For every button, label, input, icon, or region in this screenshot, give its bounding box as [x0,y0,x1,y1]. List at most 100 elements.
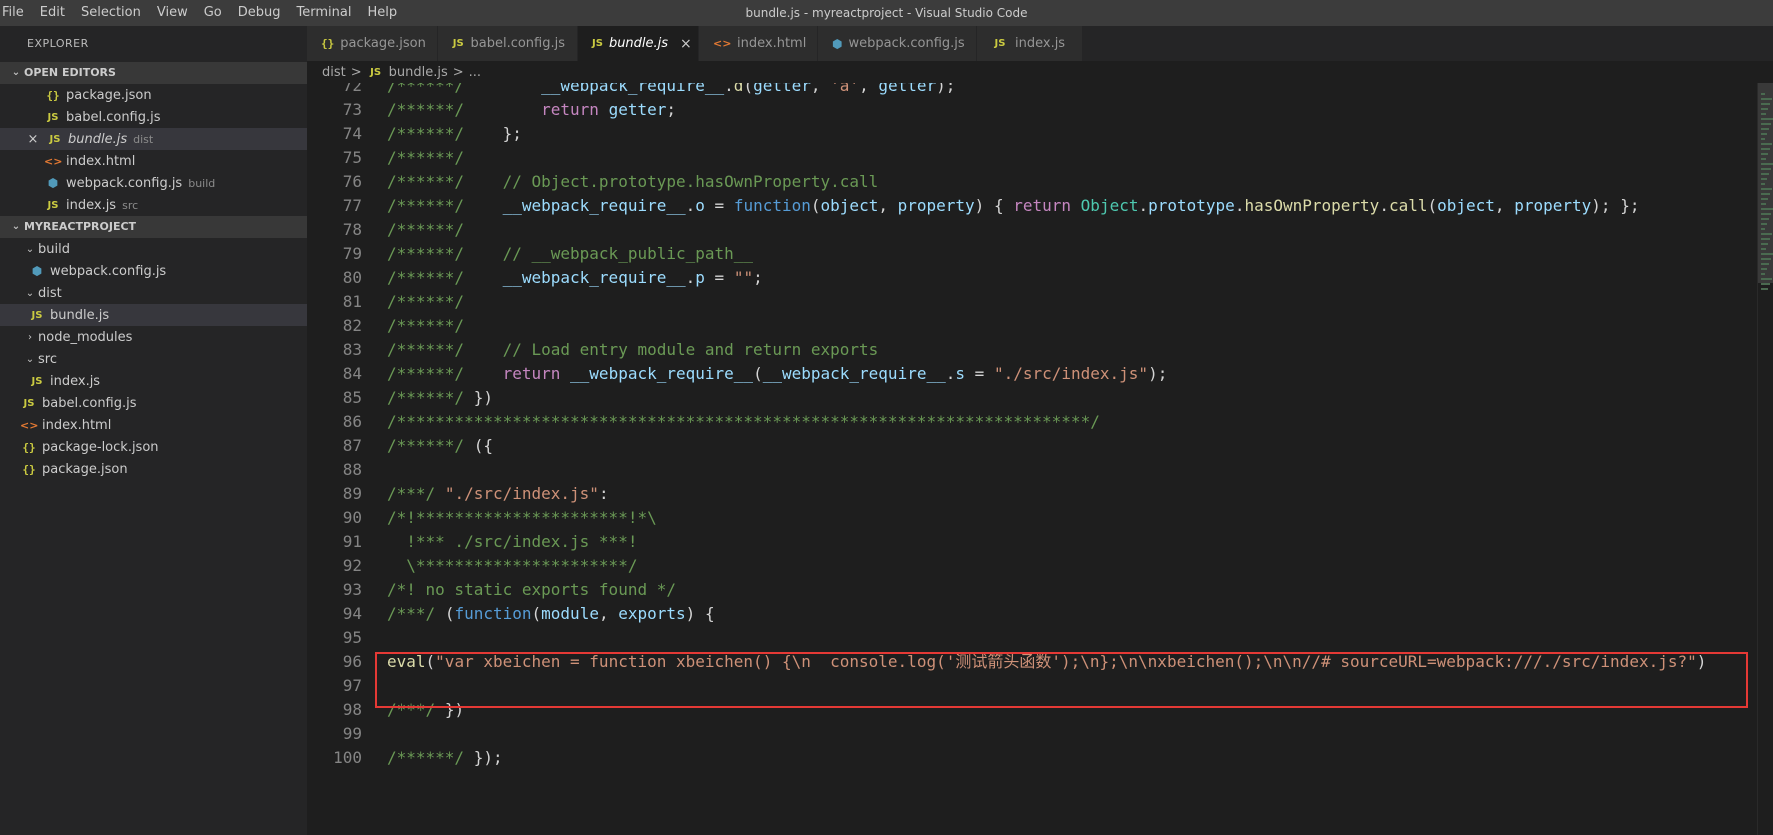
line-number: 96 [342,652,362,671]
breadcrumb: dist > JS bundle.js > ... [307,61,1773,83]
code-line[interactable]: 94 /***/ (function(module, exports) { [307,602,1757,626]
open-editor-webpack-config[interactable]: ⬢ webpack.config.js build [0,172,307,194]
line-source: eval("var xbeichen = function xbeichen()… [387,652,1707,671]
minimap-line [1761,158,1766,160]
line-number: 94 [342,604,362,623]
tree-file-package-json[interactable]: {} package.json [0,458,307,480]
tab-index-js[interactable]: JS index.js [977,26,1083,61]
breadcrumb-symbol[interactable]: ... [469,65,481,80]
code-line[interactable]: 74 /******/ }; [307,122,1757,146]
line-number: 83 [342,340,362,359]
menu-file[interactable]: File [0,0,32,26]
open-editor-index-js[interactable]: JS index.js src [0,194,307,216]
menu-edit[interactable]: Edit [32,0,73,26]
code-line[interactable]: 77 /******/ __webpack_require__.o = funct… [307,194,1757,218]
open-editor-package-json[interactable]: {} package.json [0,84,307,106]
editor-scrollbar[interactable] [1757,83,1773,835]
code-line[interactable]: 96 eval("var xbeichen = function xbeichen… [307,650,1757,674]
code-line[interactable]: 87 /******/ ({ [307,434,1757,458]
line-source: /***/ "./src/index.js": [387,484,609,503]
menu-debug[interactable]: Debug [230,0,289,26]
open-editor-babel-config[interactable]: JS babel.config.js [0,106,307,128]
code-line[interactable]: 92 \**********************/ [307,554,1757,578]
code-line[interactable]: 85 /******/ }) [307,386,1757,410]
code-line[interactable]: 80 /******/ __webpack_require__.p = ""; [307,266,1757,290]
minimap-line [1761,233,1772,235]
tree-folder-dist[interactable]: ⌄ dist [0,282,307,304]
code-line[interactable]: 72 /******/ __webpack_require__.d(getter,… [307,83,1757,98]
tab-bundle-js[interactable]: JS bundle.js × [578,26,699,61]
webpack-file-icon: ⬢ [832,36,843,51]
breadcrumb-file[interactable]: bundle.js [389,65,448,80]
code-line[interactable]: 90 /*!**********************!*\ [307,506,1757,530]
tree-label: index.html [42,417,112,433]
line-source: /******/ __webpack_require__.o = functio… [387,196,1640,215]
line-number: 88 [342,460,362,479]
code-line[interactable]: 76 /******/ // Object.prototype.hasOwnPro… [307,170,1757,194]
code-line[interactable]: 73 /******/ return getter; [307,98,1757,122]
webpack-file-icon: ⬢ [47,176,59,190]
tree-label: bundle.js [50,307,110,323]
tree-file-bundle-js[interactable]: JS bundle.js [0,304,307,326]
open-editor-desc: src [122,198,139,212]
tab-label: index.html [737,36,807,51]
json-file-icon: {} [22,462,36,476]
breadcrumb-folder[interactable]: dist [322,65,346,80]
code-line[interactable]: 75 /******/ [307,146,1757,170]
menu-terminal[interactable]: Terminal [289,0,360,26]
menu-view[interactable]: View [149,0,196,26]
tree-file-index-html[interactable]: <> index.html [0,414,307,436]
open-editor-bundle-js[interactable]: × JS bundle.js dist [0,128,307,150]
code-line[interactable]: 86 /*************************************… [307,410,1757,434]
html-file-icon: <> [713,37,732,50]
tree-label: package-lock.json [42,439,159,455]
code-line[interactable]: 89 /***/ "./src/index.js": [307,482,1757,506]
minimap-line [1761,113,1766,115]
line-number: 85 [342,388,362,407]
json-file-icon: {} [321,37,335,50]
line-number: 90 [342,508,362,527]
close-icon[interactable]: × [680,36,692,52]
tab-babel-config[interactable]: JS babel.config.js [438,26,578,61]
line-source: /******/ // Load entry module and return… [387,340,879,359]
code-line[interactable]: 79 /******/ // __webpack_public_path__ [307,242,1757,266]
code-line[interactable]: 81 /******/ [307,290,1757,314]
line-source: /******/ return __webpack_require__(__we… [387,364,1168,383]
open-editors-header[interactable]: ⌄ OPEN EDITORS [0,62,307,84]
code-line[interactable]: 100 /******/ }); [307,746,1757,770]
minimap-line [1761,188,1772,190]
line-number: 89 [342,484,362,503]
code-line[interactable]: 99 [307,722,1757,746]
open-editor-index-html[interactable]: <> index.html [0,150,307,172]
close-icon[interactable]: × [24,132,42,147]
menu-help[interactable]: Help [359,0,405,26]
tree-folder-src[interactable]: ⌄ src [0,348,307,370]
minimap-line [1761,138,1765,140]
code-line[interactable]: 84 /******/ return __webpack_require__(__… [307,362,1757,386]
tab-index-html[interactable]: <> index.html [699,26,818,61]
tree-folder-build[interactable]: ⌄ build [0,238,307,260]
open-editor-label: babel.config.js [66,109,161,125]
tab-package-json[interactable]: {} package.json [307,26,438,61]
tree-folder-node-modules[interactable]: › node_modules [0,326,307,348]
code-line[interactable]: 97 [307,674,1757,698]
tree-file-babel-config[interactable]: JS babel.config.js [0,392,307,414]
menu-go[interactable]: Go [196,0,230,26]
tab-webpack-config[interactable]: ⬢ webpack.config.js [818,26,977,61]
tree-file-webpack-config[interactable]: ⬢ webpack.config.js [0,260,307,282]
tree-file-index-js[interactable]: JS index.js [0,370,307,392]
code-line[interactable]: 82 /******/ [307,314,1757,338]
code-line[interactable]: 88 [307,458,1757,482]
menu-selection[interactable]: Selection [73,0,149,26]
code-line[interactable]: 91 !*** ./src/index.js ***! [307,530,1757,554]
code-line[interactable]: 95 [307,626,1757,650]
code-line[interactable]: 98 /***/ }) [307,698,1757,722]
project-header[interactable]: ⌄ MYREACTPROJECT [0,216,307,238]
code-line[interactable]: 83 /******/ // Load entry module and retu… [307,338,1757,362]
code-editor[interactable]: 72 /******/ __webpack_require__.d(getter,… [307,83,1757,835]
minimap-line [1761,268,1767,270]
code-line[interactable]: 93 /*! no static exports found */ [307,578,1757,602]
tree-file-package-lock[interactable]: {} package-lock.json [0,436,307,458]
line-number: 77 [342,196,362,215]
code-line[interactable]: 78 /******/ [307,218,1757,242]
